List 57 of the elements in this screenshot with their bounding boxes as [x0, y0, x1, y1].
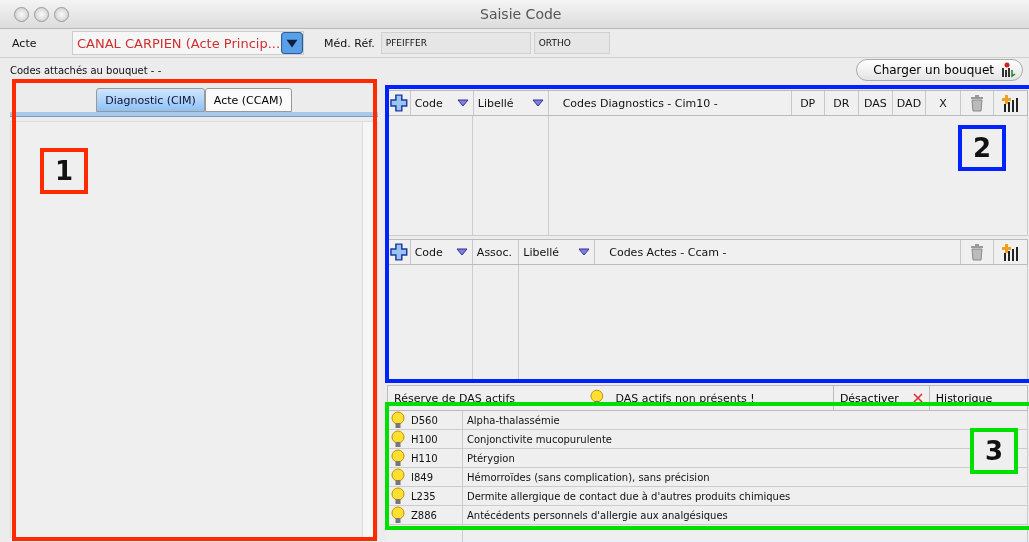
add-icon[interactable] [389, 93, 409, 113]
column-header[interactable]: Assoc. [471, 240, 519, 265]
code-cell: L235 [411, 490, 436, 502]
tab[interactable]: Acte (CCAM) [204, 88, 292, 112]
add-list-icon[interactable] [1001, 243, 1020, 262]
lightbulb-icon [391, 487, 405, 505]
add-icon[interactable] [389, 242, 409, 263]
code-cell: H100 [411, 433, 438, 445]
add-list-icon[interactable] [1001, 94, 1020, 112]
column-header[interactable]: Libellé [518, 240, 595, 265]
code-cell: I849 [411, 471, 434, 483]
lightbulb-icon [391, 506, 405, 524]
column-header[interactable]: Codes Actes - Ccam - [594, 240, 960, 265]
das-warning: DAS actifs non présents ! [614, 391, 756, 405]
das-reserve-title: Réserve de DAS actifs [393, 391, 516, 405]
annotation-number: 2 [958, 125, 1006, 171]
sort-triangle-icon[interactable] [456, 99, 469, 107]
window-title: Saisie Code [480, 6, 562, 22]
column-header[interactable]: DP [790, 91, 824, 115]
label-cell-text: Alpha-thalassémie [466, 414, 560, 426]
load-bouquet-button[interactable]: Charger un bouquet [856, 59, 1023, 81]
column-header[interactable]: Code [409, 91, 473, 115]
lightbulb-icon [391, 430, 405, 448]
column-header[interactable]: DAS [858, 91, 892, 115]
code-cell: H110 [411, 452, 438, 464]
label-cell-text: Conjonctivite mucopurulente [466, 433, 612, 445]
annotation-number: 3 [970, 428, 1018, 474]
annotation-number: 1 [40, 148, 88, 194]
label-cell-text: Antécédents personnels d'allergie aux analgésiques [466, 509, 728, 521]
lightbulb-icon [391, 411, 405, 429]
column-header[interactable]: X [925, 91, 960, 115]
column-header[interactable]: Codes Diagnostics - Cim10 - [547, 91, 791, 115]
med-ref-label: Méd. Réf. [323, 36, 376, 50]
code-cell: Z886 [411, 509, 437, 521]
trash-icon[interactable] [970, 243, 985, 262]
label-cell-text: Ptérygion [466, 452, 515, 464]
sort-triangle-icon[interactable] [455, 248, 468, 257]
sort-triangle-icon[interactable] [531, 99, 544, 107]
column-header[interactable]: DAD [891, 91, 926, 115]
sort-triangle-icon[interactable] [578, 248, 591, 257]
lightbulb-icon [391, 468, 405, 486]
code-cell: D560 [411, 414, 438, 426]
lightbulb-icon [391, 449, 405, 467]
column-header[interactable]: Libellé [472, 91, 548, 115]
bouquet-icon [1000, 62, 1016, 78]
label-cell-text: Hémorroïdes (sans complication), sans précision [466, 471, 710, 483]
column-header[interactable]: DR [823, 91, 859, 115]
bouquet-label: Codes attachés au bouquet - - [9, 64, 162, 76]
med-ref-specialty-field[interactable]: ORTHO [533, 32, 610, 54]
acte-dropdown[interactable]: CANAL CARPIEN (Acte Princip... [72, 31, 304, 55]
trash-icon[interactable] [970, 94, 985, 112]
med-ref-name-field[interactable]: PFEIFFER [380, 32, 531, 54]
acte-label: Acte [11, 36, 38, 50]
close-icon [912, 393, 923, 403]
column-header[interactable]: Code [409, 240, 472, 265]
tab[interactable]: Diagnostic (CIM) [96, 88, 205, 112]
label-cell-text: Dermite allergique de contact due à d'autres produits chimiques [466, 490, 791, 502]
